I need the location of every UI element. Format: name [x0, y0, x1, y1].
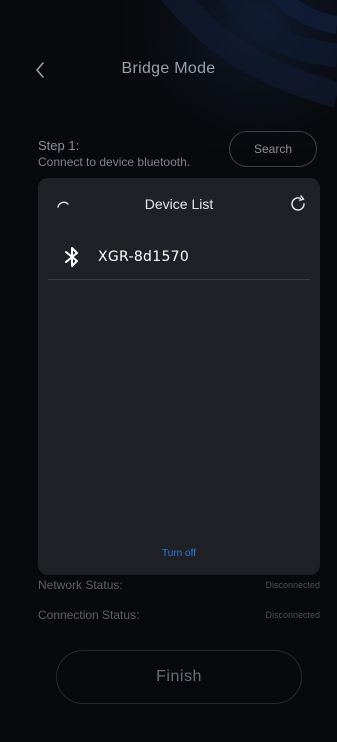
- network-status-row: Network Status: Disconnected: [38, 578, 320, 592]
- step-description: Connect to device bluetooth.: [38, 155, 191, 169]
- connection-status-value: Disconnected: [265, 610, 320, 620]
- header-bar: Bridge Mode: [0, 52, 337, 92]
- refresh-icon: [291, 195, 305, 211]
- dialog-header: Device List: [38, 178, 320, 230]
- device-list-dialog: Device List XGR-8d1570 Turn off: [38, 178, 320, 575]
- step-title: Step 1:: [38, 138, 80, 153]
- device-name: XGR-8d1570: [98, 248, 190, 265]
- bridge-mode-screen: Bridge Mode Step 1: Connect to device bl…: [0, 0, 337, 742]
- finish-button[interactable]: Finish: [56, 650, 302, 704]
- step-block: Step 1: Connect to device bluetooth.: [38, 138, 238, 170]
- turn-off-button[interactable]: Turn off: [38, 548, 320, 559]
- network-status-label: Network Status:: [38, 578, 123, 592]
- search-button[interactable]: Search: [229, 131, 317, 167]
- connection-status-label: Connection Status:: [38, 608, 140, 622]
- device-list-item[interactable]: XGR-8d1570: [48, 234, 310, 280]
- network-status-value: Disconnected: [265, 580, 320, 590]
- dialog-title: Device List: [144, 196, 214, 212]
- connection-status-row: Connection Status: Disconnected: [38, 608, 320, 622]
- bluetooth-icon: [60, 245, 84, 269]
- page-title: Bridge Mode: [121, 60, 216, 77]
- refresh-button[interactable]: [286, 192, 310, 216]
